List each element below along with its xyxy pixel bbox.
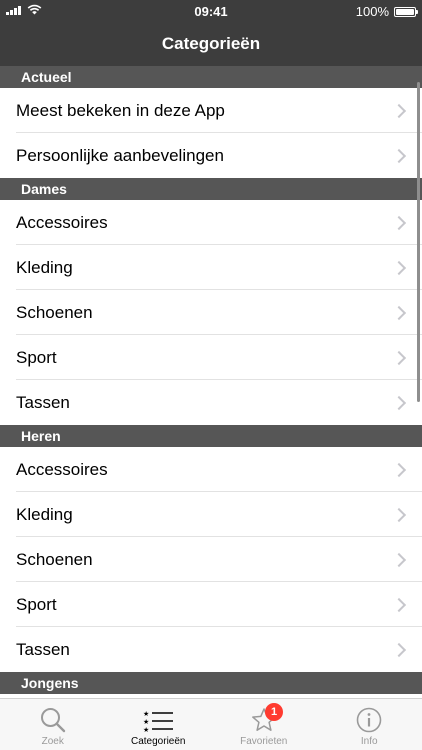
- list-item[interactable]: Persoonlijke aanbevelingen: [0, 133, 422, 178]
- section-header: Heren: [0, 425, 422, 447]
- tab-zoek[interactable]: Zoek: [0, 699, 106, 750]
- chevron-right-icon: [391, 148, 407, 163]
- svg-text:★: ★: [143, 718, 149, 726]
- list-item-label: Meest bekeken in deze App: [16, 100, 225, 120]
- tab-info[interactable]: Info: [317, 699, 422, 750]
- list-item[interactable]: Sport: [0, 582, 422, 627]
- chevron-right-icon: [391, 597, 407, 612]
- category-list[interactable]: Actueel Meest bekeken in deze App Persoonl…: [0, 66, 422, 698]
- chevron-right-icon: [391, 305, 407, 320]
- list-item[interactable]: Schoenen: [0, 290, 422, 335]
- chevron-right-icon: [391, 552, 407, 567]
- scroll-indicator: [417, 82, 420, 402]
- svg-text:★: ★: [143, 710, 149, 718]
- list-item-label: Accessoires: [16, 212, 108, 232]
- list-item-label: Schoenen: [16, 302, 93, 322]
- tab-favorieten[interactable]: 1 Favorieten: [211, 699, 317, 750]
- status-bar: 09:41 100%: [0, 0, 422, 22]
- status-right: 100%: [355, 4, 418, 19]
- chevron-right-icon: [391, 642, 407, 657]
- favorites-badge: 1: [265, 703, 283, 721]
- chevron-right-icon: [391, 350, 407, 365]
- list-item[interactable]: Tassen: [0, 627, 422, 672]
- section-header: Jongens: [0, 672, 422, 694]
- chevron-right-icon: [391, 395, 407, 410]
- tab-bar: Zoek ★ ★ ★ Categorieën 1 Favorieten Info: [0, 698, 422, 750]
- chevron-right-icon: [391, 215, 407, 230]
- battery-fill: [396, 8, 414, 15]
- tab-label: Info: [360, 736, 378, 747]
- chevron-right-icon: [391, 507, 407, 522]
- battery-percentage: 100%: [355, 4, 389, 19]
- tab-label: Zoek: [41, 736, 64, 747]
- battery-icon: [394, 6, 418, 17]
- list-item[interactable]: Accessoires: [0, 447, 422, 492]
- list-item-label: Sport: [16, 594, 57, 614]
- list-item-label: Tassen: [16, 392, 70, 412]
- list-item-label: Sport: [16, 347, 57, 367]
- navigation-bar: Categorieën: [0, 22, 422, 66]
- svg-text:★: ★: [143, 726, 149, 734]
- list-item[interactable]: Accessoires: [0, 200, 422, 245]
- tab-categorieen[interactable]: ★ ★ ★ Categorieën: [106, 699, 212, 750]
- chevron-right-icon: [391, 260, 407, 275]
- list-item-label: Schoenen: [16, 549, 93, 569]
- list-item[interactable]: Meest bekeken in deze App: [0, 88, 422, 133]
- list-icon: ★ ★ ★: [143, 710, 174, 734]
- list-item[interactable]: Sport: [0, 335, 422, 380]
- list-item-label: Tassen: [16, 639, 70, 659]
- chevron-right-icon: [391, 103, 407, 118]
- list-item-label: Accessoires: [16, 459, 108, 479]
- info-icon: [356, 707, 382, 733]
- list-item-label: Persoonlijke aanbevelingen: [16, 145, 224, 165]
- section-header: Dames: [0, 178, 422, 200]
- list-item[interactable]: Kleding: [0, 492, 422, 537]
- chevron-right-icon: [391, 462, 407, 477]
- list-item[interactable]: Schoenen: [0, 537, 422, 582]
- tab-label: Categorieën: [131, 736, 186, 747]
- list-item-label: Kleding: [16, 257, 73, 277]
- list-item[interactable]: Kleding: [0, 245, 422, 290]
- list-item-label: Kleding: [16, 504, 73, 524]
- list-item[interactable]: Tassen: [0, 380, 422, 425]
- search-icon: [40, 708, 65, 733]
- page-title: Categorieën: [161, 34, 261, 53]
- tab-label: Favorieten: [240, 736, 288, 747]
- section-header: Actueel: [0, 66, 422, 88]
